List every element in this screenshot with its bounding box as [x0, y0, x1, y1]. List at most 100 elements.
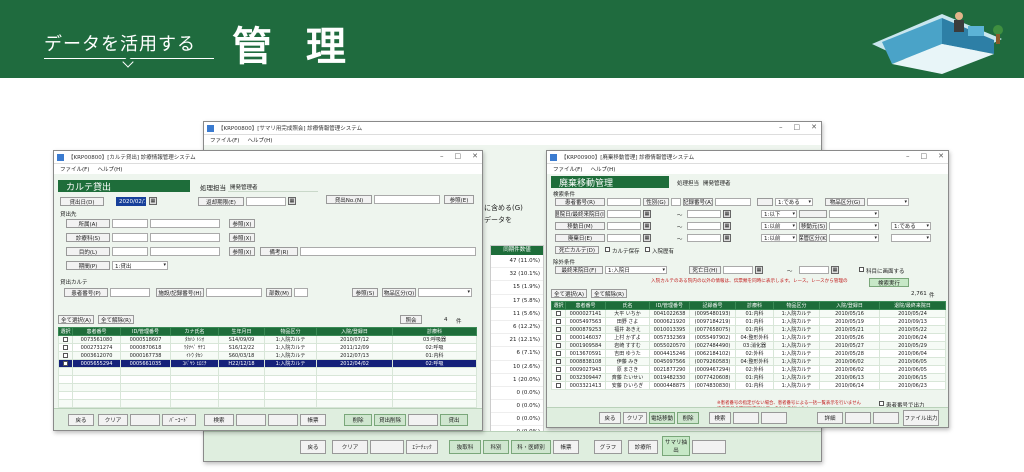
storage-class-select[interactable]: [829, 234, 879, 242]
column-header[interactable]: ID/管理番号: [649, 301, 690, 310]
purpose-label[interactable]: 目的(L): [66, 247, 110, 256]
row-checkbox[interactable]: [556, 374, 561, 380]
close-icon[interactable]: ✕: [938, 152, 944, 160]
staff-field-input[interactable]: [112, 233, 148, 242]
row-select-checkbox-cell[interactable]: [58, 343, 73, 352]
row-select-checkbox-cell[interactable]: [551, 381, 566, 390]
table-row[interactable]: 0073561080 0000518607 ﾀｶﾊｼ ﾄｼｵ S14/09/09 1:入…: [58, 335, 477, 344]
column-header[interactable]: 診療科: [392, 327, 477, 336]
back-button[interactable]: 戻る: [300, 440, 326, 454]
purpose-ref-button[interactable]: 参照(X): [229, 247, 255, 256]
purpose-input[interactable]: [112, 247, 148, 256]
row-select-checkbox-cell[interactable]: [551, 317, 566, 326]
column-header[interactable]: 選択: [58, 327, 73, 336]
table-row[interactable]: 0001909584 岩崎 すすむ 0055020570 (0027484490) 03…: [551, 341, 946, 350]
staff-ref-button[interactable]: 参照(X): [229, 233, 255, 242]
row-select-checkbox-cell[interactable]: [551, 373, 566, 382]
row-checkbox[interactable]: [556, 382, 561, 388]
table-row[interactable]: 0009027943 原 まさき 0021877290 (0009467294) 02:…: [551, 365, 946, 374]
back-button[interactable]: 戻る: [599, 412, 621, 424]
empty-button[interactable]: [236, 414, 266, 426]
menu-help[interactable]: ヘルプ(H): [97, 165, 122, 173]
dept-input[interactable]: [112, 219, 148, 228]
row-checkbox[interactable]: [63, 352, 68, 358]
empty-button[interactable]: [845, 412, 871, 424]
disposal-date-label[interactable]: 廃棄日(E): [555, 234, 605, 242]
move-date-to[interactable]: [687, 222, 721, 230]
empty-button[interactable]: [370, 440, 404, 454]
column-header[interactable]: 選択: [551, 301, 566, 310]
search-exec-button[interactable]: 検索実行: [869, 278, 909, 287]
patient-no-label[interactable]: 患者番号(R): [555, 198, 605, 206]
dept-screen-checkbox[interactable]: [859, 267, 864, 272]
inpatient-checkbox[interactable]: [645, 247, 650, 252]
row-select-checkbox-cell[interactable]: [551, 341, 566, 350]
file-export-button[interactable]: ファイル出力: [903, 410, 939, 426]
row-checkbox[interactable]: [556, 326, 561, 332]
row-select-checkbox-cell[interactable]: [551, 349, 566, 358]
keep-karte-checkbox[interactable]: [605, 247, 610, 252]
clear-button[interactable]: クリア: [623, 412, 647, 424]
empty-button[interactable]: [761, 412, 787, 424]
menu-help[interactable]: ヘルプ(H): [590, 165, 615, 173]
row-checkbox[interactable]: [556, 358, 561, 364]
memo-input[interactable]: [300, 247, 476, 256]
discharge-range-select[interactable]: 1:以下: [761, 210, 797, 218]
menu-file[interactable]: ファイル(F): [60, 165, 89, 173]
row-select-checkbox-cell[interactable]: [58, 335, 73, 344]
select-all-button[interactable]: 全て選択(A): [551, 289, 587, 298]
calendar-icon[interactable]: ▦: [831, 266, 839, 274]
record-no-label[interactable]: 記録番号(A): [683, 198, 713, 206]
column-header[interactable]: 退院/最終来院日: [879, 301, 946, 310]
item-type-select[interactable]: [867, 198, 909, 206]
row-select-checkbox-cell[interactable]: [551, 309, 566, 318]
column-header[interactable]: 診療科: [735, 301, 774, 310]
dept-ref-button[interactable]: 参照(X): [229, 219, 255, 228]
loan-delete-button[interactable]: 貸出削除: [374, 414, 406, 426]
maximize-icon[interactable]: □: [921, 152, 928, 160]
close-icon[interactable]: ✕: [472, 152, 478, 160]
row-select-checkbox-cell[interactable]: [551, 325, 566, 334]
clear-button[interactable]: クリア: [332, 440, 368, 454]
table-row[interactable]: 0003321413 安藤 ひいらぎ 0000448875 (0074830830) 0…: [551, 381, 946, 390]
dept-button[interactable]: 科別: [483, 440, 509, 454]
table-row[interactable]: 0003612070 0000167738 ｲﾄｳ ﾀｶｼ S60/03/18 1:入院…: [58, 351, 477, 360]
period-select[interactable]: 1:貸出: [112, 261, 168, 270]
maximize-icon[interactable]: □: [794, 123, 801, 131]
table-row[interactable]: 0013670591 吉田 ゆうた 0004415246 (0062184102) 02…: [551, 349, 946, 358]
count-label[interactable]: 部数(M): [266, 288, 292, 297]
last-visit-label[interactable]: 最終来院日(F): [555, 266, 603, 274]
empty-button[interactable]: [873, 412, 899, 424]
empty-button[interactable]: [733, 412, 759, 424]
row-checkbox[interactable]: [556, 366, 561, 372]
report-button[interactable]: 帳票: [553, 440, 579, 454]
column-header[interactable]: 記録番号: [689, 301, 736, 310]
view-button[interactable]: 照会: [400, 315, 422, 324]
storage-extra-select[interactable]: [891, 234, 931, 242]
move-date-from[interactable]: [607, 222, 641, 230]
column-header[interactable]: ID/管理番号: [120, 327, 171, 336]
due-date-label[interactable]: 返却期限(E): [198, 197, 244, 206]
move-cond-select[interactable]: 1:である: [891, 222, 931, 230]
storage-class-label[interactable]: 保管区分(K): [799, 234, 827, 242]
column-header[interactable]: 生年月日: [218, 327, 265, 336]
disposal-range-select[interactable]: 1:以前: [761, 234, 797, 242]
staff-name-input[interactable]: [150, 233, 220, 242]
empty-button[interactable]: [408, 414, 438, 426]
type-select[interactable]: [418, 288, 472, 297]
deceased-karte-button[interactable]: 死亡カルテ(D): [555, 246, 599, 254]
row-checkbox[interactable]: [63, 360, 68, 366]
loan-date-input[interactable]: 2020/02/14: [116, 197, 146, 206]
calendar-icon[interactable]: ▦: [288, 197, 296, 205]
row-select-checkbox-cell[interactable]: [551, 365, 566, 374]
row-checkbox[interactable]: [556, 310, 561, 316]
table-row[interactable]: 0008838108 伊藤 みき 0045097566 (0079260583) 04:…: [551, 357, 946, 366]
empty-button[interactable]: [130, 414, 160, 426]
discharge-date-from[interactable]: [607, 210, 641, 218]
discharge-date-label[interactable]: 退院日/最終来院日(I): [555, 210, 605, 218]
delete-button[interactable]: 削除: [677, 412, 699, 424]
row-select-checkbox-cell[interactable]: [551, 333, 566, 342]
empty-button[interactable]: [692, 440, 726, 454]
empty-button[interactable]: [268, 414, 298, 426]
delete-button[interactable]: 削除: [344, 414, 372, 426]
